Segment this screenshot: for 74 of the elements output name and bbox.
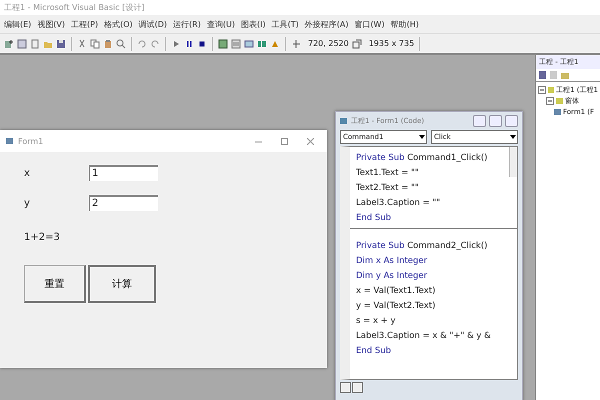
result-label: 1+2=3 [24, 232, 61, 243]
code-line: Private Sub Command1_Click() [356, 152, 488, 165]
scrollbar[interactable] [509, 147, 517, 177]
expander-icon[interactable] [546, 96, 554, 104]
menu-item[interactable]: 外接程序(A) [304, 18, 348, 30]
project-explorer-icon[interactable] [218, 38, 228, 48]
code-editor[interactable] [340, 146, 518, 380]
object-browser-icon[interactable] [257, 38, 267, 48]
close-icon[interactable] [306, 138, 314, 144]
code-line: Dim y As Integer [356, 270, 428, 283]
view-code-icon[interactable] [539, 71, 547, 79]
menu-editor-icon[interactable] [30, 38, 40, 48]
menu-item[interactable]: 图表(I) [240, 18, 266, 30]
menu-item[interactable]: 帮助(H) [390, 18, 419, 30]
text-input[interactable]: 2 [89, 195, 158, 211]
maximize-icon[interactable] [280, 138, 288, 144]
minimize-button[interactable] [473, 115, 486, 127]
paste-icon[interactable] [103, 38, 113, 48]
close-button[interactable] [505, 115, 518, 127]
code-line: y = Val(Text2.Text) [356, 300, 436, 313]
form-icon [554, 108, 561, 115]
position-icon[interactable] [291, 38, 301, 48]
code-line: Label3.Caption = "" [356, 197, 442, 210]
find-icon[interactable] [116, 38, 126, 48]
module-view-button[interactable] [352, 382, 363, 393]
code-line: s = x + y [356, 315, 397, 328]
add-form-icon[interactable] [17, 38, 27, 48]
copy-icon[interactable] [90, 38, 100, 48]
menu-item[interactable]: 查询(U) [206, 18, 235, 30]
procedure-view-button[interactable] [340, 382, 351, 393]
form-layout-icon[interactable] [244, 38, 254, 48]
menu-item[interactable]: 运行(R) [173, 18, 201, 30]
code-line: Text1.Text = "" [356, 167, 420, 180]
code-line: Private Sub Command2_Click() [356, 240, 488, 253]
cut-icon[interactable] [77, 38, 87, 48]
properties-icon[interactable] [231, 38, 241, 48]
menu-item[interactable]: 调试(D) [138, 18, 168, 30]
field-label: x [24, 168, 31, 178]
form-title: Form1 [18, 136, 44, 146]
code-window-icon [340, 117, 348, 125]
dropdown-caret-icon [418, 134, 426, 140]
maximize-button[interactable] [489, 115, 502, 127]
position-readout: 720, 2520 [308, 39, 349, 48]
code-line: Text2.Text = "" [356, 182, 420, 195]
add-project-icon[interactable] [4, 38, 14, 48]
run-icon[interactable] [171, 38, 181, 48]
window-title: 工程1 - Microsoft Visual Basic [设计] [4, 2, 144, 13]
undo-icon[interactable] [137, 38, 147, 48]
menu-item[interactable]: 工具(T) [272, 18, 299, 30]
code-line: End Sub [356, 212, 392, 225]
save-icon[interactable] [56, 38, 66, 48]
menu-item[interactable]: 格式(O) [104, 18, 133, 30]
menu-item[interactable]: 工程(P) [71, 18, 98, 30]
code-line: End Sub [356, 345, 392, 358]
toggle-folders-icon[interactable] [561, 71, 569, 79]
expander-icon[interactable] [538, 86, 546, 94]
stop-icon[interactable] [197, 38, 207, 48]
form-button[interactable]: 重置 [24, 265, 86, 303]
text-input[interactable]: 1 [89, 165, 158, 181]
code-line: Dim x As Integer [356, 255, 428, 268]
code-line: x = Val(Text1.Text) [356, 285, 436, 298]
size-icon[interactable] [352, 38, 362, 48]
menu-item[interactable]: 窗口(W) [354, 18, 385, 30]
field-label: y [24, 198, 31, 208]
code-line: Label3.Caption = x & "+" & y & [356, 330, 492, 343]
form-button[interactable]: 计算 [88, 265, 156, 303]
menu-item[interactable]: 视图(V) [37, 18, 66, 30]
size-readout: 1935 x 735 [368, 39, 414, 48]
form-icon [6, 137, 14, 145]
toolbox-icon[interactable] [270, 38, 280, 48]
menu-item[interactable]: 编辑(E) [4, 18, 32, 30]
redo-icon[interactable] [150, 38, 160, 48]
pause-icon[interactable] [184, 38, 194, 48]
dropdown-caret-icon [509, 134, 517, 140]
